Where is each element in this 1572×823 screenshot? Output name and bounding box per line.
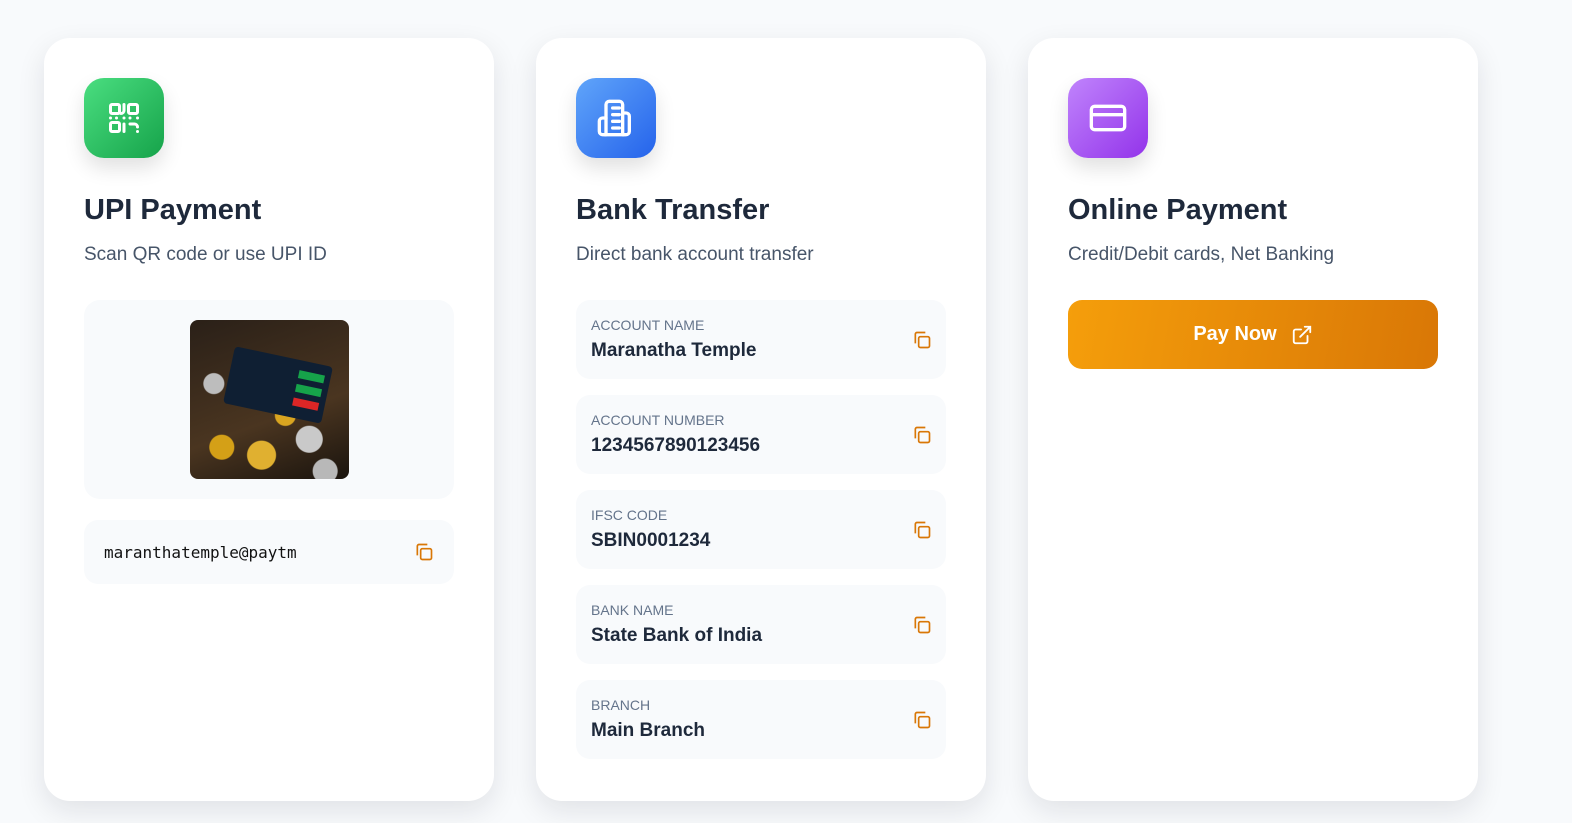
copy-icon[interactable]	[414, 542, 434, 562]
online-payment-card: Online Payment Credit/Debit cards, Net B…	[1028, 38, 1478, 801]
field-value: State Bank of India	[591, 625, 763, 646]
qr-code-container	[84, 300, 454, 499]
building-icon	[576, 78, 656, 158]
external-link-icon	[1291, 324, 1313, 346]
field-label: Account Name	[591, 317, 705, 333]
copy-icon[interactable]	[912, 330, 932, 350]
bank-field: Account Name Maranatha Temple	[576, 300, 946, 379]
card-title: UPI Payment	[84, 194, 262, 226]
bank-transfer-card: Bank Transfer Direct bank account transf…	[536, 38, 986, 801]
copy-icon[interactable]	[912, 425, 932, 445]
pay-now-button[interactable]: Pay Now	[1068, 300, 1438, 369]
field-label: Account Number	[591, 412, 725, 428]
field-value: SBIN0001234	[591, 530, 711, 551]
card-title: Online Payment	[1068, 194, 1288, 226]
copy-icon[interactable]	[912, 710, 932, 730]
upi-payment-card: UPI Payment Scan QR code or use UPI ID m…	[44, 38, 494, 801]
pay-now-label: Pay Now	[1193, 323, 1277, 345]
upi-id-box: maranthatemple@paytm	[84, 520, 454, 584]
field-label: IFSC Code	[591, 507, 668, 523]
field-value: Main Branch	[591, 720, 706, 741]
card-subtitle: Direct bank account transfer	[576, 244, 814, 265]
bank-field: IFSC Code SBIN0001234	[576, 490, 946, 569]
credit-card-icon	[1068, 78, 1148, 158]
qr-code-icon	[84, 78, 164, 158]
field-label: Branch	[591, 697, 651, 713]
field-value: Maranatha Temple	[591, 340, 757, 361]
bank-field: Bank Name State Bank of India	[576, 585, 946, 664]
copy-icon[interactable]	[912, 520, 932, 540]
field-value: 1234567890123456	[591, 435, 761, 456]
qr-code-image	[189, 320, 349, 479]
card-title: Bank Transfer	[576, 194, 770, 226]
card-subtitle: Credit/Debit cards, Net Banking	[1068, 244, 1335, 265]
upi-id: maranthatemple@paytm	[104, 542, 297, 562]
field-label: Bank Name	[591, 602, 674, 618]
copy-icon[interactable]	[912, 615, 932, 635]
card-subtitle: Scan QR code or use UPI ID	[84, 244, 327, 265]
bank-field: Account Number 1234567890123456	[576, 395, 946, 474]
bank-field: Branch Main Branch	[576, 680, 946, 759]
